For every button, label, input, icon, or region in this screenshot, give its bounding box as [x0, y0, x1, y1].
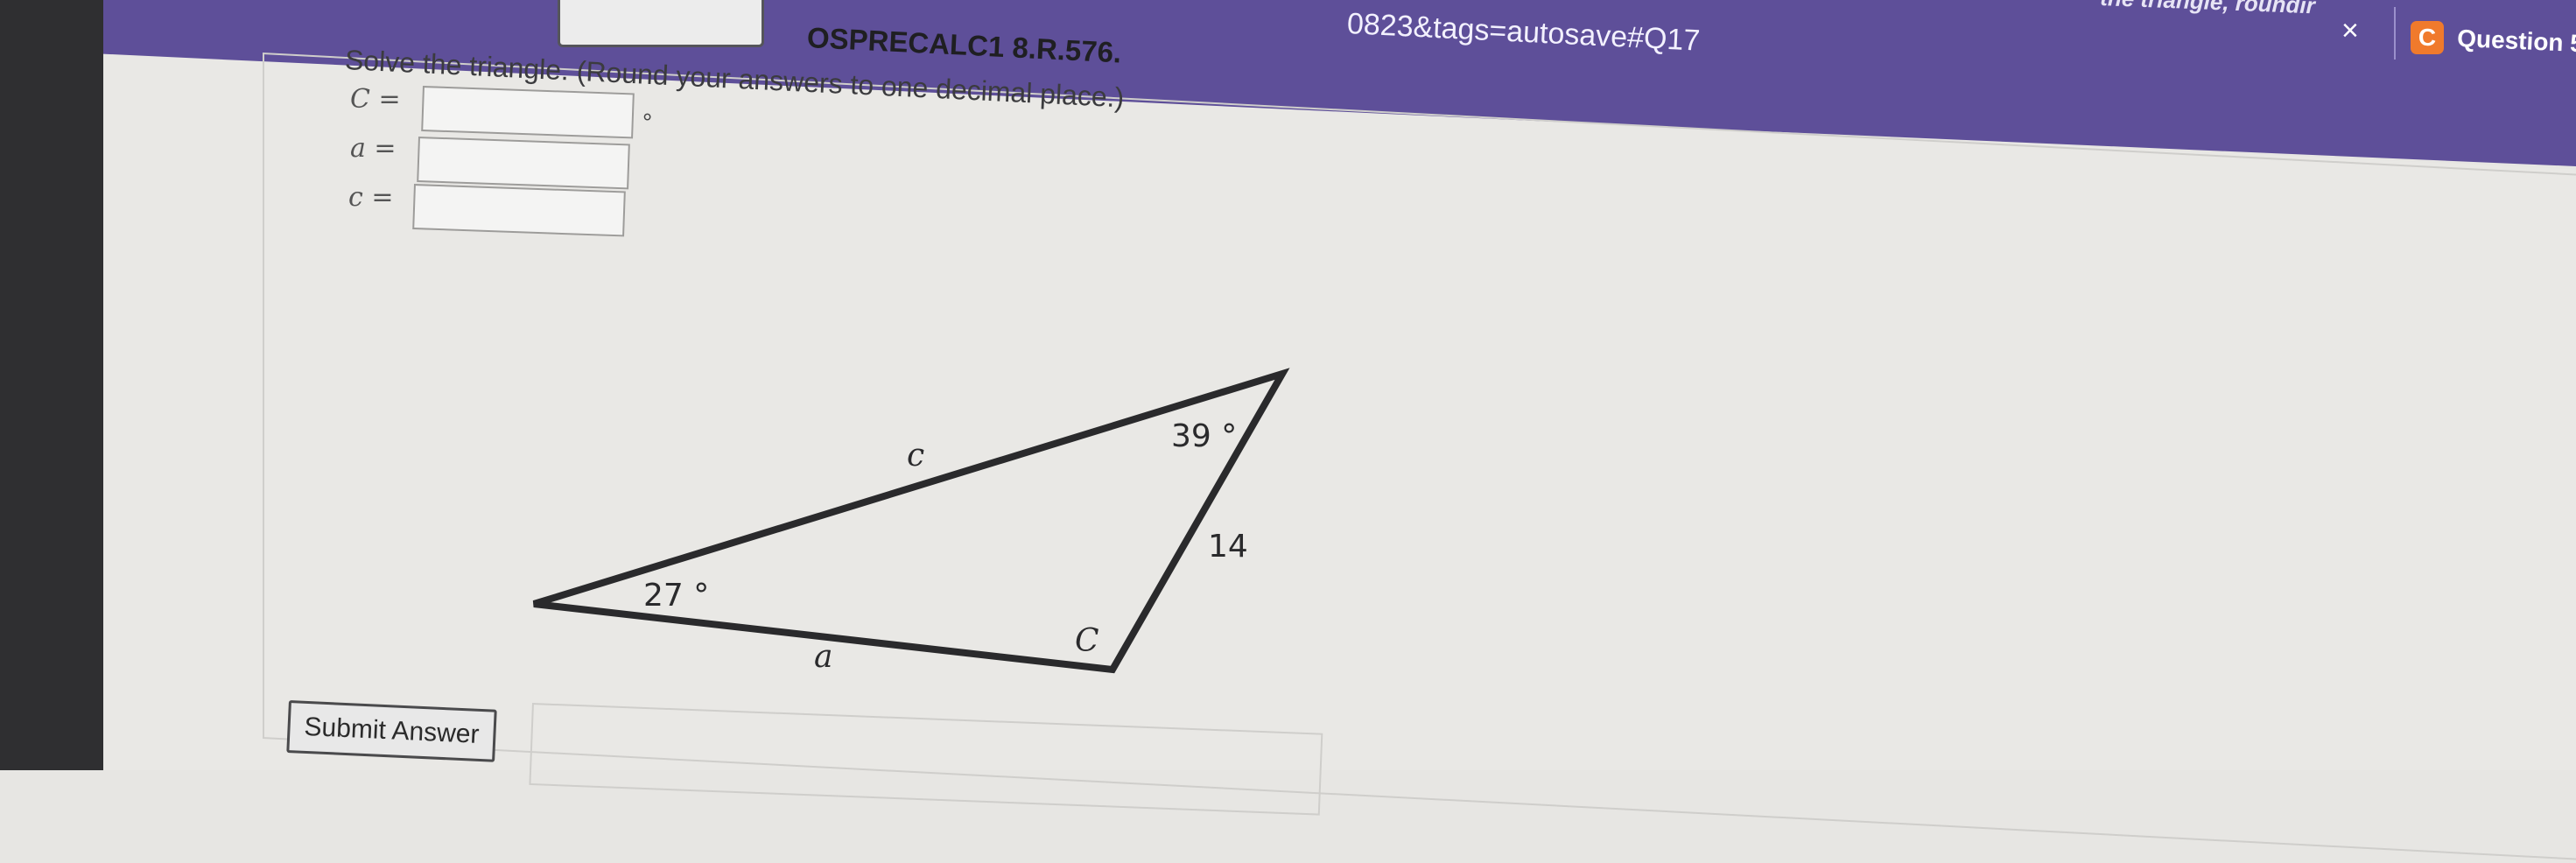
next-tab-title[interactable]: Question 5 — [2457, 25, 2576, 58]
answer-label-a: a = — [350, 133, 397, 164]
answer-label-c: c = — [348, 182, 394, 213]
tab-close-icon[interactable]: × — [2341, 14, 2359, 48]
side-14-label: 14 — [1208, 529, 1248, 565]
course-logo-icon: C — [2411, 21, 2444, 54]
triangle-figure — [532, 368, 1290, 674]
tab-separator — [2394, 7, 2396, 60]
vertex-c-label: C — [1075, 623, 1099, 659]
answer-label-angle-c: C = — [350, 84, 401, 115]
answer-input-a[interactable] — [417, 137, 630, 190]
answer-input-c[interactable] — [412, 184, 626, 237]
top-left-button[interactable] — [558, 0, 764, 47]
degree-unit: ° — [642, 109, 653, 136]
submit-answer-button[interactable]: Submit Answer — [286, 700, 497, 762]
screen-bezel — [0, 0, 103, 770]
answer-input-angle-c[interactable] — [421, 86, 635, 139]
side-a-label: a — [814, 639, 833, 675]
angle-a-label: 27 ° — [643, 578, 710, 614]
triangle-outline — [532, 368, 1290, 674]
side-c-label: c — [907, 438, 925, 474]
angle-b-label: 39 ° — [1171, 418, 1238, 454]
